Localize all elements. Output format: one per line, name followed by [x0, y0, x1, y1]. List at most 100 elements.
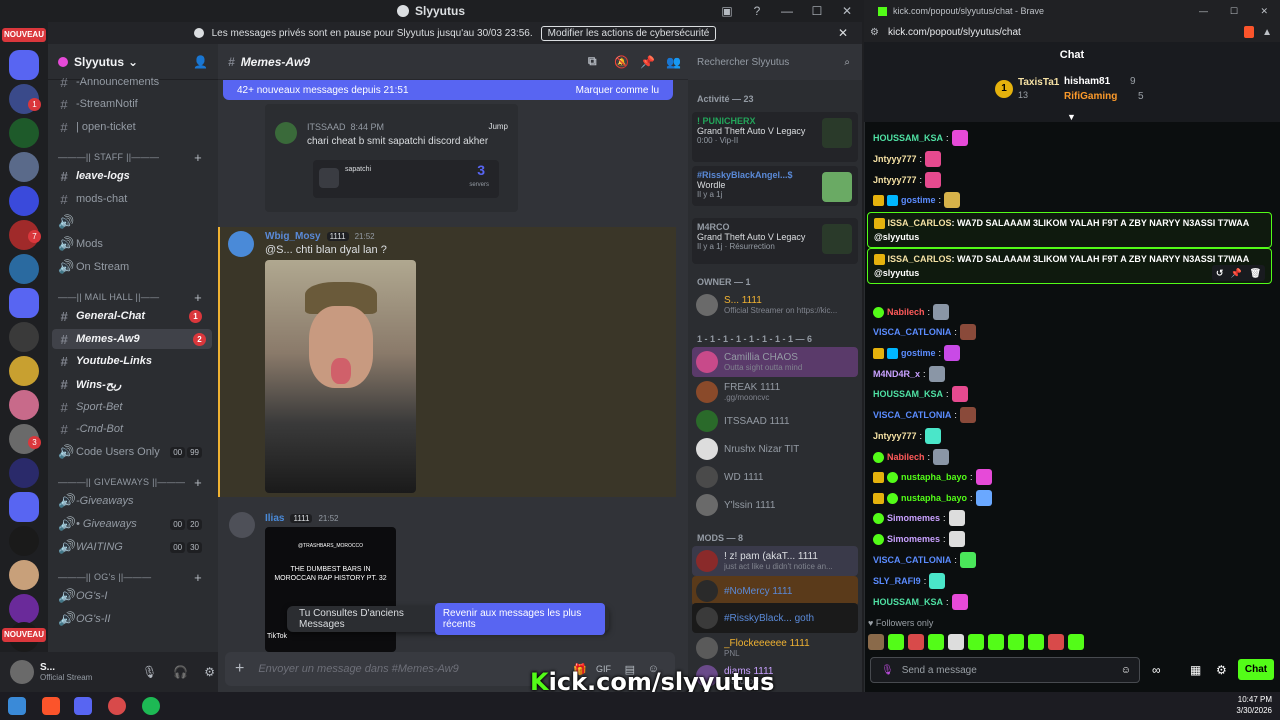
message-actions[interactable]: ↺ 📌 🗑	[1211, 265, 1265, 281]
member-row[interactable]: ! z! pam (akaT... 1111 just act like u di…	[692, 546, 858, 576]
emote-icon[interactable]	[908, 634, 924, 650]
emote-icon[interactable]	[988, 634, 1004, 650]
channel-memes-aw9[interactable]: # Memes-Aw9 2	[52, 329, 212, 349]
activity-card[interactable]: ! PUNICHERX Grand Theft Auto V Legacy 0:…	[692, 112, 858, 162]
maximize-button[interactable]: ☐	[1230, 6, 1238, 17]
member-row[interactable]: WD 1111	[692, 462, 858, 492]
message-author[interactable]: Ilias	[265, 513, 284, 524]
brave-rewards-icon[interactable]: ▲	[1262, 27, 1272, 38]
category-giveaways[interactable]: ———|| GIVEAWAYS ||——— +	[58, 472, 208, 492]
member-owner[interactable]: S... 1111 Official Streamer on https://ki…	[692, 290, 858, 320]
server-icon[interactable]	[9, 186, 39, 216]
threads-icon[interactable]: ⧉	[588, 54, 597, 69]
channel-giveaways[interactable]: 🔊 -Giveaways	[58, 491, 208, 511]
microphone-icon[interactable]: 🎙	[881, 665, 894, 676]
voice-channel-mods[interactable]: 🔊 Mods	[58, 234, 208, 254]
system-clock[interactable]: 10:47 PM 3/30/2026	[1236, 694, 1272, 716]
emote-icon[interactable]	[1008, 634, 1024, 650]
server-icon[interactable]	[9, 118, 39, 148]
server-icon[interactable]	[9, 526, 39, 556]
server-icon[interactable]	[9, 458, 39, 488]
server-icon[interactable]	[9, 390, 39, 420]
avatar[interactable]	[228, 231, 254, 257]
banner-close-icon[interactable]: ✕	[838, 26, 848, 40]
chat-username[interactable]: Simomemes	[887, 513, 940, 523]
chat-username[interactable]: Jntyyy777	[873, 431, 917, 441]
channel-open-ticket[interactable]: # | open-ticket	[58, 117, 208, 137]
emote-icon[interactable]	[1068, 634, 1084, 650]
voice-channel-ogs-ii[interactable]: 🔊 OG's-II	[58, 609, 208, 629]
voice-channel-code-users[interactable]: 🔊 Code Users Only 00 99	[58, 442, 208, 462]
emoji-icon[interactable]: ☺	[1121, 665, 1131, 676]
obs-icon[interactable]	[108, 697, 126, 715]
discord-avatar-icon[interactable]	[229, 512, 255, 538]
jump-to-present-button[interactable]: Revenir aux messages les plus récents	[434, 603, 605, 635]
voice-channel-on-stream[interactable]: 🔊 On Stream	[58, 257, 208, 277]
inbox-icon[interactable]: ▣	[712, 4, 742, 18]
send-chat-button[interactable]: Chat	[1238, 659, 1274, 680]
chat-username[interactable]: M4ND4R_x	[873, 369, 920, 379]
member-row[interactable]: #NoMercy 1111	[692, 576, 858, 606]
help-icon[interactable]: ?	[742, 4, 772, 18]
windows-start-icon[interactable]	[8, 697, 26, 715]
chat-username[interactable]: VISCA_CATLONIA	[873, 555, 951, 565]
folder-icon[interactable]	[9, 492, 39, 522]
collapse-icon[interactable]: ▼	[1067, 112, 1076, 122]
gear-icon[interactable]: ⚙	[1216, 663, 1227, 677]
category-mail-hall[interactable]: ——|| MAIL HALL ||—— +	[58, 287, 208, 307]
close-button[interactable]: ✕	[832, 4, 862, 18]
add-channel-icon[interactable]: +	[194, 290, 202, 305]
jump-link[interactable]: Jump	[488, 122, 508, 131]
channel-streamnotif[interactable]: # -StreamNotif	[58, 94, 208, 114]
notification-bell-icon[interactable]: 🔕	[614, 55, 629, 69]
channel-mods-chat[interactable]: # mods-chat	[58, 189, 208, 209]
message-author[interactable]: Wbig_Mosy	[265, 231, 321, 242]
chat-username[interactable]: gostime	[901, 348, 936, 358]
chat-username[interactable]: VISCA_CATLONIA	[873, 327, 951, 337]
activity-card[interactable]: M4RCO Grand Theft Auto V Legacy Il y a 1…	[692, 218, 858, 264]
category-ogs[interactable]: ———|| OG's ||——— +	[58, 567, 208, 587]
voice-channel[interactable]: 🔊	[58, 212, 208, 232]
new-messages-bar[interactable]: 42+ nouveaux messages depuis 21:51 Marqu…	[223, 80, 673, 100]
mark-as-read-button[interactable]: Marquer comme lu	[576, 85, 659, 96]
folder-icon[interactable]	[9, 288, 39, 318]
store-icon[interactable]: ▦	[1190, 663, 1201, 677]
add-channel-icon[interactable]: +	[194, 475, 202, 490]
chat-username[interactable]: Nabilech	[887, 452, 925, 462]
server-icon[interactable]	[9, 152, 39, 182]
voice-channel-giveaways[interactable]: 🔊 • Giveaways 00 20	[58, 514, 208, 534]
channel-announcements[interactable]: # -Announcements	[58, 72, 208, 92]
minimize-button[interactable]: —	[1199, 6, 1208, 16]
predictions-icon[interactable]: ∞	[1152, 663, 1161, 677]
headphones-icon[interactable]: 🎧	[173, 665, 188, 679]
emote-icon[interactable]	[948, 634, 964, 650]
cybersecurity-button[interactable]: Modifier les actions de cybersécurité	[540, 25, 717, 41]
chat-username[interactable]: nustapha_bayo	[901, 493, 967, 503]
member-row[interactable]: Y'lssin 1111	[692, 490, 858, 520]
member-row[interactable]: #RisskyBlack... goth	[692, 603, 858, 633]
message-image[interactable]	[265, 260, 416, 493]
gear-icon[interactable]: ⚙	[204, 665, 215, 679]
gifter-name[interactable]: RifiGaming	[1064, 91, 1117, 102]
member-row[interactable]: Camillia CHAOS Outta sight outta mind	[692, 347, 858, 377]
channel-wins[interactable]: # Wins-ربح	[58, 374, 208, 394]
server-icon[interactable]	[9, 356, 39, 386]
tiktok-video[interactable]: @TRASHBARS_MOROCCO THE DUMBEST BARS IN M…	[265, 527, 396, 652]
gifter-name[interactable]: hisham81	[1064, 76, 1110, 87]
close-button[interactable]: ✕	[1260, 6, 1268, 17]
add-member-icon[interactable]: 👤	[193, 55, 208, 69]
chat-input[interactable]: 🎙 Send a message ☺	[870, 657, 1140, 683]
activity-card[interactable]: #RisskyBlackAngel...$ Wordle Il y a 1j	[692, 166, 858, 206]
add-channel-icon[interactable]: +	[194, 570, 202, 585]
category-staff[interactable]: ———|| STAFF ||——— +	[58, 147, 208, 167]
chat-username[interactable]: HOUSSAM_KSA	[873, 597, 943, 607]
emote-icon[interactable]	[968, 634, 984, 650]
address-bar[interactable]: ⚙ kick.com/popout/slyyutus/chat ▲	[864, 22, 1280, 42]
spotify-icon[interactable]	[142, 697, 160, 715]
channel-sport-bet[interactable]: # Sport-Bet	[58, 397, 208, 417]
server-icon[interactable]	[9, 594, 39, 624]
member-row[interactable]: FREAK 1111 .gg/mooncvc	[692, 377, 858, 407]
chat-username[interactable]: Simomemes	[887, 534, 940, 544]
server-icon[interactable]	[9, 254, 39, 284]
server-invite-card[interactable]: sapatchi 3 servers	[313, 160, 499, 198]
